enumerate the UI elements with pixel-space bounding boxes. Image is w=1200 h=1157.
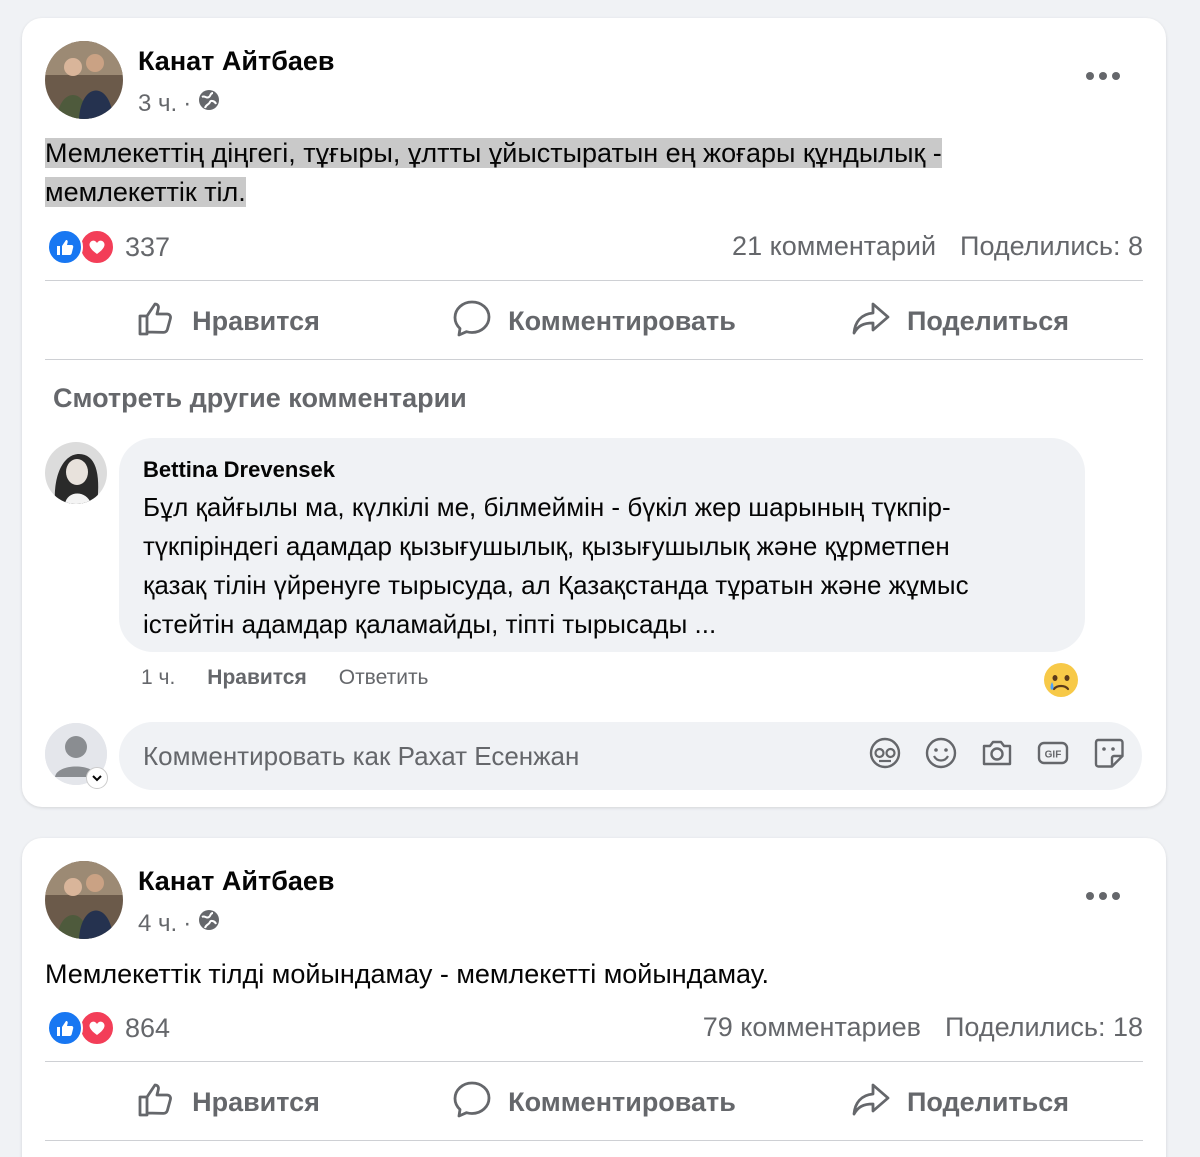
comment-bubble: Bettina Drevensek Бұл қайғылы ма, күлкіл…: [119, 438, 1085, 652]
post-stats: 79 комментариев Поделились: 18: [703, 1012, 1143, 1043]
comment-bubble-icon: [452, 1079, 492, 1126]
share-button-label: Поделиться: [906, 305, 1070, 336]
post-time[interactable]: 4 ч.: [138, 910, 177, 938]
chevron-down-icon[interactable]: [86, 767, 108, 789]
comment-time[interactable]: 1 ч.: [141, 666, 175, 690]
like-button-label: Нравится: [192, 305, 320, 336]
thumbs-up-icon: [136, 298, 176, 345]
globe-icon: [197, 908, 221, 939]
sad-reaction-icon[interactable]: [1042, 661, 1080, 699]
post-meta: 4 ч. ·: [138, 908, 221, 939]
post-actions: Нравится Комментировать Поделиться: [45, 1063, 1143, 1141]
avatar-sticker-icon[interactable]: [868, 736, 902, 770]
more-options-button[interactable]: [1084, 886, 1122, 906]
comment-button[interactable]: Комментировать: [411, 282, 777, 360]
svg-text:GIF: GIF: [1045, 750, 1062, 761]
post-card: Канат Айтбаев 4 ч. · Мемлекеттік тілді м…: [22, 838, 1166, 1157]
shares-count-link[interactable]: Поделились: 8: [960, 231, 1143, 262]
comment-text-line: істейтін адамдар қаламайды, тіпті тырыса…: [143, 609, 717, 639]
love-reaction-icon: [79, 1010, 115, 1046]
share-button[interactable]: Поделиться: [777, 1063, 1143, 1141]
post-meta: 3 ч. ·: [138, 88, 221, 119]
comment-meta: 1 ч. Нравится Ответить: [141, 666, 429, 690]
love-reaction-icon: [79, 229, 115, 265]
like-button[interactable]: Нравится: [45, 282, 411, 360]
post-text-line: Мемлекеттік тілді мойындамау - мемлекетт…: [45, 959, 770, 989]
comment-bubble-icon: [452, 298, 492, 345]
reaction-count: 864: [125, 1012, 171, 1043]
divider: [45, 359, 1143, 360]
divider: [45, 1140, 1143, 1141]
post-author[interactable]: Канат Айтбаев: [138, 46, 335, 77]
post-actions: Нравится Комментировать Поделиться: [45, 282, 1143, 360]
comment-text-line: түкпіріндегі адамдар қызығушылық, қызығу…: [143, 531, 950, 561]
meta-separator: ·: [183, 909, 192, 937]
comments-count-link[interactable]: 21 комментарий: [732, 231, 936, 262]
comment-like-button[interactable]: Нравится: [207, 666, 306, 690]
commenter-name[interactable]: Bettina Drevensek: [143, 456, 1061, 484]
author-avatar[interactable]: [45, 861, 123, 939]
comments-count-link[interactable]: 79 комментариев: [703, 1012, 921, 1043]
comment-input-box[interactable]: GIF: [119, 722, 1142, 790]
comment-text-line: қазақ тілін үйренуге тырысуда, ал Қазақс…: [143, 570, 969, 600]
reactions-summary[interactable]: 864: [47, 1010, 170, 1046]
comment-button-label: Комментировать: [508, 305, 736, 336]
comment-reply-button[interactable]: Ответить: [339, 666, 429, 690]
emoji-icon[interactable]: [924, 736, 958, 770]
meta-separator: ·: [183, 89, 192, 117]
share-arrow-icon: [851, 298, 891, 345]
share-button[interactable]: Поделиться: [777, 282, 1143, 360]
comment-tools: GIF: [868, 736, 1126, 770]
comment-input[interactable]: [143, 740, 843, 772]
comment-text: Бұл қайғылы ма, күлкілі ме, білмеймін - …: [143, 488, 1061, 644]
commenter-avatar[interactable]: [45, 442, 107, 504]
see-more-comments-link[interactable]: Смотреть другие комментарии: [53, 383, 467, 414]
post-text: Мемлекеттің діңгегі, тұғыры, ұлтты ұйыст…: [45, 134, 942, 212]
post-text: Мемлекеттік тілді мойындамау - мемлекетт…: [45, 955, 769, 994]
post-text-line: мемлекеттік тіл.: [45, 177, 246, 207]
divider: [45, 280, 1143, 281]
author-avatar[interactable]: [45, 41, 123, 119]
divider: [45, 1061, 1143, 1062]
more-options-button[interactable]: [1084, 66, 1122, 86]
like-button[interactable]: Нравится: [45, 1063, 411, 1141]
post-author[interactable]: Канат Айтбаев: [138, 866, 335, 897]
reactions-summary[interactable]: 337: [47, 229, 170, 265]
post-stats: 21 комментарий Поделились: 8: [732, 231, 1143, 262]
like-reaction-icon: [47, 1010, 83, 1046]
camera-icon[interactable]: [980, 736, 1014, 770]
post-card: Канат Айтбаев 3 ч. · Мемлекеттің діңгегі…: [22, 18, 1166, 807]
globe-icon: [197, 88, 221, 119]
comment-text-line: Бұл қайғылы ма, күлкілі ме, білмеймін - …: [143, 492, 951, 522]
post-time[interactable]: 3 ч.: [138, 90, 177, 118]
share-button-label: Поделиться: [906, 1086, 1070, 1117]
thumbs-up-icon: [136, 1079, 176, 1126]
like-reaction-icon: [47, 229, 83, 265]
shares-count-link[interactable]: Поделились: 18: [945, 1012, 1143, 1043]
comment-button-label: Комментировать: [508, 1086, 736, 1117]
sticker-icon[interactable]: [1092, 736, 1126, 770]
like-button-label: Нравится: [192, 1086, 320, 1117]
share-arrow-icon: [851, 1079, 891, 1126]
gif-icon[interactable]: GIF: [1036, 736, 1070, 770]
reaction-count: 337: [125, 231, 171, 262]
post-text-line: Мемлекеттің діңгегі, тұғыры, ұлтты ұйыст…: [45, 138, 942, 168]
comment-button[interactable]: Комментировать: [411, 1063, 777, 1141]
